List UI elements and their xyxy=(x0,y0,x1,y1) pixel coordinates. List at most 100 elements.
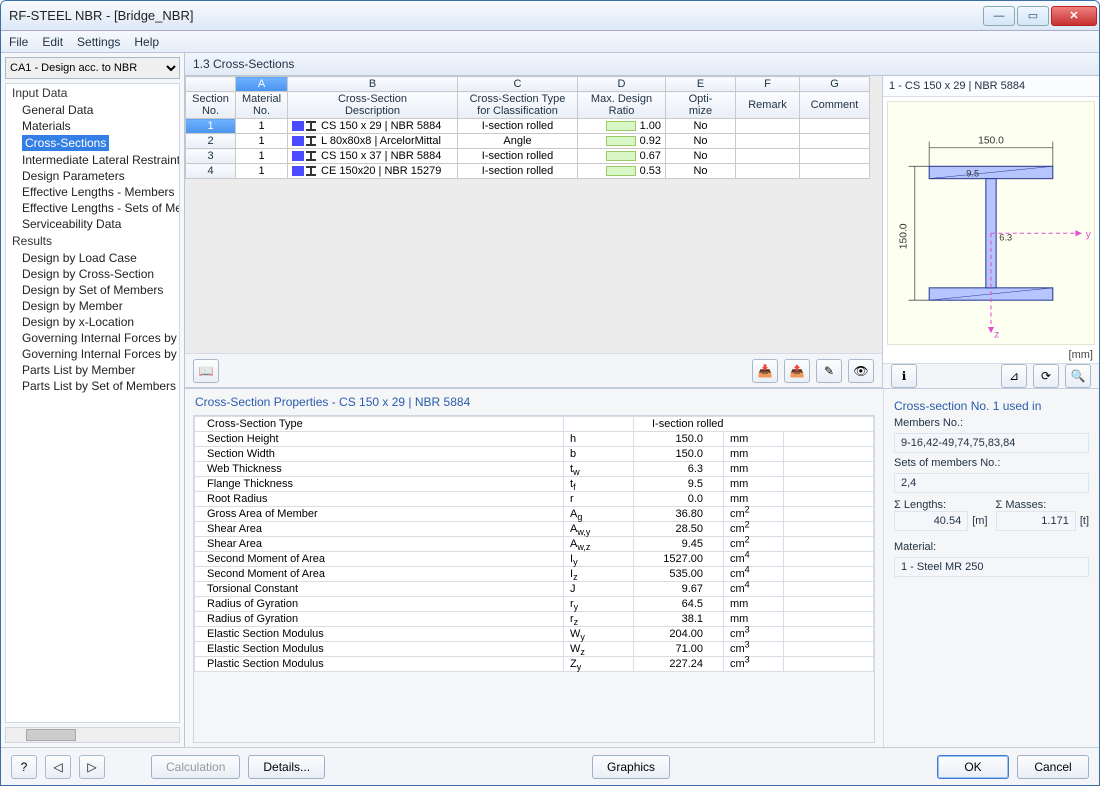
prop-row[interactable]: Section Heighth150.0mm xyxy=(195,432,874,447)
tree-item-serviceability-data[interactable]: Serviceability Data xyxy=(6,216,179,232)
info-button[interactable]: ℹ xyxy=(891,364,917,388)
prop-row[interactable]: Cross-Section TypeI-section rolled xyxy=(195,417,874,432)
sets-field[interactable]: 2,4 xyxy=(894,473,1089,493)
orient-button[interactable]: ⟳ xyxy=(1033,364,1059,388)
details-button[interactable]: Details... xyxy=(248,755,325,779)
table-row[interactable]: 31 CS 150 x 37 | NBR 5884I-section rolle… xyxy=(186,149,870,164)
info-pane: Cross-section No. 1 used in Members No.:… xyxy=(883,389,1099,747)
menu-edit[interactable]: Edit xyxy=(42,35,63,49)
svg-text:y: y xyxy=(1086,229,1092,240)
ibeam-icon xyxy=(306,121,316,131)
tree-item-design-by-load-case[interactable]: Design by Load Case xyxy=(6,250,179,266)
props-title: Cross-Section Properties - CS 150 x 29 |… xyxy=(185,389,883,415)
table-row[interactable]: 21 L 80x80x8 | ArcelorMittalAngle0.92No xyxy=(186,134,870,149)
prop-row[interactable]: Web Thicknesstw6.3mm xyxy=(195,462,874,477)
tree-header-results: Results xyxy=(6,232,179,250)
edit-button[interactable]: ✎ xyxy=(816,359,842,383)
ratio-bar xyxy=(606,166,636,176)
sidebar-hscroll[interactable] xyxy=(5,727,180,743)
footer: ? ◁ ▷ Calculation Details... Graphics OK… xyxy=(1,747,1099,785)
tree-item-effective-lengths-members[interactable]: Effective Lengths - Members xyxy=(6,184,179,200)
tree-item-cross-sections[interactable]: Cross-Sections xyxy=(22,135,109,151)
calculation-button[interactable]: Calculation xyxy=(151,755,240,779)
tree-item-parts-list-by-set-of-members[interactable]: Parts List by Set of Members xyxy=(6,378,179,394)
window-title: RF-STEEL NBR - [Bridge_NBR] xyxy=(9,8,983,23)
svg-text:150.0: 150.0 xyxy=(899,223,910,249)
tree-item-materials[interactable]: Materials xyxy=(6,118,179,134)
prop-row[interactable]: Elastic Section ModulusWz71.00cm3 xyxy=(195,642,874,657)
tree-item-parts-list-by-member[interactable]: Parts List by Member xyxy=(6,362,179,378)
cross-sections-grid[interactable]: ABCDEFGSectionNo.MaterialNo.Cross-Sectio… xyxy=(185,76,882,353)
sets-label: Sets of members No.: xyxy=(894,457,1089,469)
tree-item-design-by-x-location[interactable]: Design by x-Location xyxy=(6,314,179,330)
prop-row[interactable]: Radius of Gyrationry64.5mm xyxy=(195,597,874,612)
axes-button[interactable]: ⊿ xyxy=(1001,364,1027,388)
ibeam-icon xyxy=(306,136,316,146)
view-button[interactable]: 👁 xyxy=(848,359,874,383)
window: RF-STEEL NBR - [Bridge_NBR] — ▭ ✕ File E… xyxy=(0,0,1100,786)
case-select[interactable]: CA1 - Design acc. to NBR xyxy=(5,57,180,79)
tree-item-intermediate-lateral-restraints[interactable]: Intermediate Lateral Restraints xyxy=(6,152,179,168)
tree-header-input: Input Data xyxy=(6,84,179,102)
ratio-bar xyxy=(606,136,636,146)
prop-row[interactable]: Shear AreaAw,y28.50cm2 xyxy=(195,522,874,537)
pane-title: 1.3 Cross-Sections xyxy=(185,53,1099,76)
svg-text:z: z xyxy=(994,329,999,340)
cs-color-icon xyxy=(292,121,304,131)
props-grid[interactable]: Cross-Section TypeI-section rolledSectio… xyxy=(193,415,875,743)
table-row[interactable]: 11 CS 150 x 29 | NBR 5884I-section rolle… xyxy=(186,119,870,134)
prop-row[interactable]: Second Moment of AreaIz535.00cm4 xyxy=(195,567,874,582)
close-button[interactable]: ✕ xyxy=(1051,6,1097,26)
library-button[interactable]: 📖 xyxy=(193,359,219,383)
prev-button[interactable]: ◁ xyxy=(45,755,71,779)
preview-title: 1 - CS 150 x 29 | NBR 5884 xyxy=(883,76,1099,97)
maximize-button[interactable]: ▭ xyxy=(1017,6,1049,26)
prop-row[interactable]: Radius of Gyrationrz38.1mm xyxy=(195,612,874,627)
ratio-bar xyxy=(606,151,636,161)
tree-item-design-parameters[interactable]: Design Parameters xyxy=(6,168,179,184)
graphics-button[interactable]: Graphics xyxy=(592,755,670,779)
cs-color-icon xyxy=(292,166,304,176)
tree-item-general-data[interactable]: General Data xyxy=(6,102,179,118)
ok-button[interactable]: OK xyxy=(937,755,1009,779)
prop-row[interactable]: Second Moment of AreaIy1527.00cm4 xyxy=(195,552,874,567)
menu-settings[interactable]: Settings xyxy=(77,35,120,49)
sidebar: CA1 - Design acc. to NBR Input Data Gene… xyxy=(1,53,185,747)
prop-row[interactable]: Elastic Section ModulusWy204.00cm3 xyxy=(195,627,874,642)
menu-help[interactable]: Help xyxy=(134,35,159,49)
prop-row[interactable]: Plastic Section ModulusZy227.24cm3 xyxy=(195,657,874,672)
prop-row[interactable]: Root Radiusr0.0mm xyxy=(195,492,874,507)
prop-row[interactable]: Torsional ConstantJ9.67cm4 xyxy=(195,582,874,597)
members-label: Members No.: xyxy=(894,417,1089,429)
tree-item-design-by-member[interactable]: Design by Member xyxy=(6,298,179,314)
material-field[interactable]: 1 - Steel MR 250 xyxy=(894,557,1089,577)
next-button[interactable]: ▷ xyxy=(79,755,105,779)
prop-row[interactable]: Shear AreaAw,z9.45cm2 xyxy=(195,537,874,552)
tree-item-governing-internal-forces-by-m[interactable]: Governing Internal Forces by M xyxy=(6,330,179,346)
titlebar: RF-STEEL NBR - [Bridge_NBR] — ▭ ✕ xyxy=(1,1,1099,31)
prop-row[interactable]: Flange Thicknesstf9.5mm xyxy=(195,477,874,492)
tree-item-effective-lengths-sets-of-mem[interactable]: Effective Lengths - Sets of Mem xyxy=(6,200,179,216)
preview-canvas: 150.0 150.0 9.5 6.3 y xyxy=(887,101,1095,345)
tree-item-governing-internal-forces-by-s[interactable]: Governing Internal Forces by S xyxy=(6,346,179,362)
ratio-bar xyxy=(606,121,636,131)
tree-item-design-by-cross-section[interactable]: Design by Cross-Section xyxy=(6,266,179,282)
cancel-button[interactable]: Cancel xyxy=(1017,755,1089,779)
minimize-button[interactable]: — xyxy=(983,6,1015,26)
help-button[interactable]: ? xyxy=(11,755,37,779)
preview-unit: [mm] xyxy=(883,349,1099,363)
sum-len-value: 40.54 xyxy=(894,511,968,531)
table-row[interactable]: 41 CE 150x20 | NBR 15279I-section rolled… xyxy=(186,164,870,179)
export-button[interactable]: 📤 xyxy=(784,359,810,383)
tree-item-design-by-set-of-members[interactable]: Design by Set of Members xyxy=(6,282,179,298)
sum-mass-value: 1.171 xyxy=(996,511,1076,531)
nav-tree[interactable]: Input Data General DataMaterialsCross-Se… xyxy=(5,83,180,723)
prop-row[interactable]: Gross Area of MemberAg36.80cm2 xyxy=(195,507,874,522)
menu-file[interactable]: File xyxy=(9,35,28,49)
cs-color-icon xyxy=(292,136,304,146)
members-field[interactable]: 9-16,42-49,74,75,83,84 xyxy=(894,433,1089,453)
zoom-button[interactable]: 🔍 xyxy=(1065,364,1091,388)
prop-row[interactable]: Section Widthb150.0mm xyxy=(195,447,874,462)
grid-toolbar: 📖 📥 📤 ✎ 👁 xyxy=(185,353,882,387)
import-button[interactable]: 📥 xyxy=(752,359,778,383)
